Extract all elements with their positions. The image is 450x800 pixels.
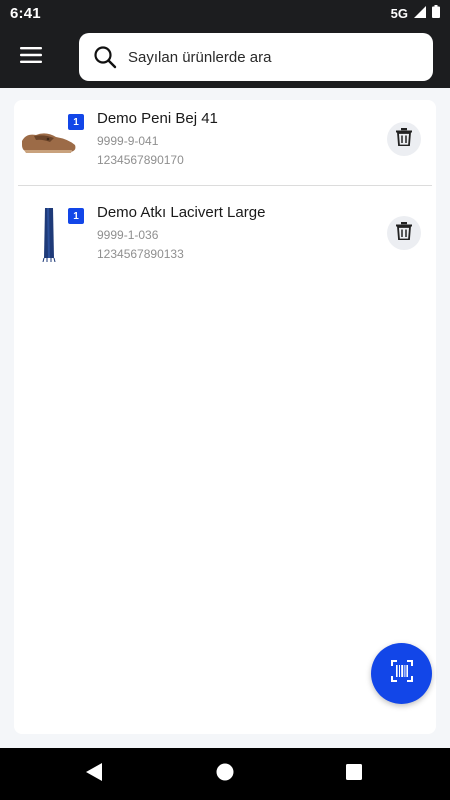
status-time: 6:41 (10, 4, 41, 22)
status-bar: 6:41 5G (0, 0, 450, 26)
status-indicators: 5G (391, 5, 440, 21)
search-icon (93, 45, 117, 69)
quantity-badge: 1 (68, 114, 84, 130)
delete-button[interactable] (387, 122, 421, 156)
product-code: 9999-1-036 (97, 228, 159, 242)
trash-icon (396, 127, 412, 151)
battery-icon (432, 5, 440, 21)
search-box[interactable] (79, 33, 433, 81)
home-icon (216, 763, 234, 786)
navigation-bar (0, 748, 450, 800)
scan-barcode-button[interactable] (371, 643, 432, 704)
nav-home-button[interactable] (213, 762, 237, 786)
back-icon (86, 762, 102, 786)
delete-button[interactable] (387, 216, 421, 250)
product-barcode: 1234567890170 (97, 153, 184, 167)
product-code: 9999-9-041 (97, 134, 159, 148)
app-bar (0, 26, 450, 88)
nav-back-button[interactable] (82, 762, 106, 786)
signal-icon (414, 5, 426, 21)
recents-icon (346, 763, 362, 785)
list-item[interactable]: 1 Demo Atkı Lacivert Large 9999-1-036 12… (14, 194, 436, 280)
menu-button[interactable] (14, 42, 48, 72)
counted-items-list: 1 Demo Peni Bej 41 9999-9-041 1234567890… (14, 100, 436, 734)
search-input[interactable] (128, 48, 388, 66)
menu-icon (20, 46, 42, 68)
barcode-scan-icon (390, 660, 413, 687)
nav-recents-button[interactable] (342, 762, 366, 786)
network-label: 5G (390, 5, 408, 21)
quantity-badge: 1 (68, 208, 84, 224)
product-barcode: 1234567890133 (97, 247, 184, 261)
product-name: Demo Peni Bej 41 (97, 110, 218, 127)
product-name: Demo Atkı Lacivert Large (97, 204, 266, 221)
list-item[interactable]: 1 Demo Peni Bej 41 9999-9-041 1234567890… (14, 100, 436, 186)
trash-icon (396, 221, 412, 245)
divider (18, 185, 432, 186)
